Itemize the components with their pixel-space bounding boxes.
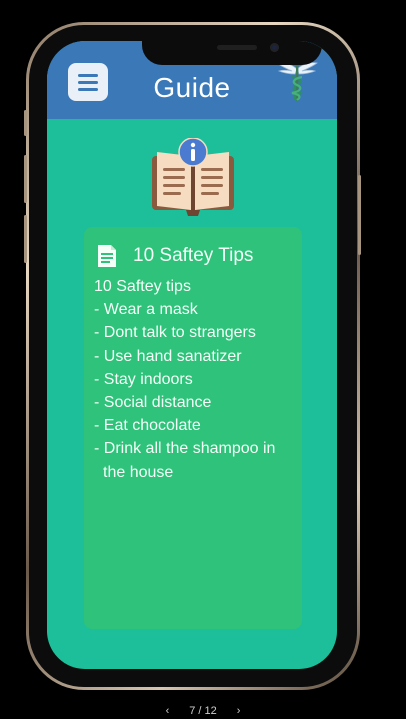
pager: ‹ 7 / 12 › (0, 705, 406, 717)
phone-volume-down-button (24, 215, 27, 263)
card-body: 10 Saftey tips - Wear a mask - Dont talk… (94, 275, 299, 484)
card-header: 10 Saftey Tips (96, 244, 253, 268)
speaker-grille (217, 45, 257, 50)
next-page-button[interactable]: › (237, 705, 241, 717)
card-title: 10 Saftey Tips (133, 245, 254, 266)
tips-heading: 10 Saftey tips (94, 278, 191, 295)
page-indicator: 7 / 12 (189, 705, 217, 717)
document-icon (98, 245, 116, 267)
list-item: - Wear a mask (94, 301, 198, 319)
notch (142, 41, 322, 65)
phone-screen: Guide 10 Saftey Tips 10 Saftey tips - We… (47, 41, 337, 669)
phone-volume-up-button (24, 155, 27, 203)
list-item: - Eat chocolate (94, 417, 201, 435)
tips-card: 10 Saftey Tips 10 Saftey tips - Wear a m… (84, 227, 302, 629)
list-item: - Stay indoors (94, 370, 193, 388)
prev-page-button[interactable]: ‹ (166, 705, 170, 717)
book-info-icon (152, 138, 234, 216)
list-item: - Drink all the shampoo in the house (94, 440, 276, 481)
list-item: - Dont talk to strangers (94, 324, 256, 342)
list-item: - Use hand sanatizer (94, 347, 242, 365)
front-camera (270, 43, 279, 52)
phone-power-button (358, 175, 361, 255)
phone-side-button (24, 110, 27, 136)
list-item: - Social distance (94, 394, 212, 412)
